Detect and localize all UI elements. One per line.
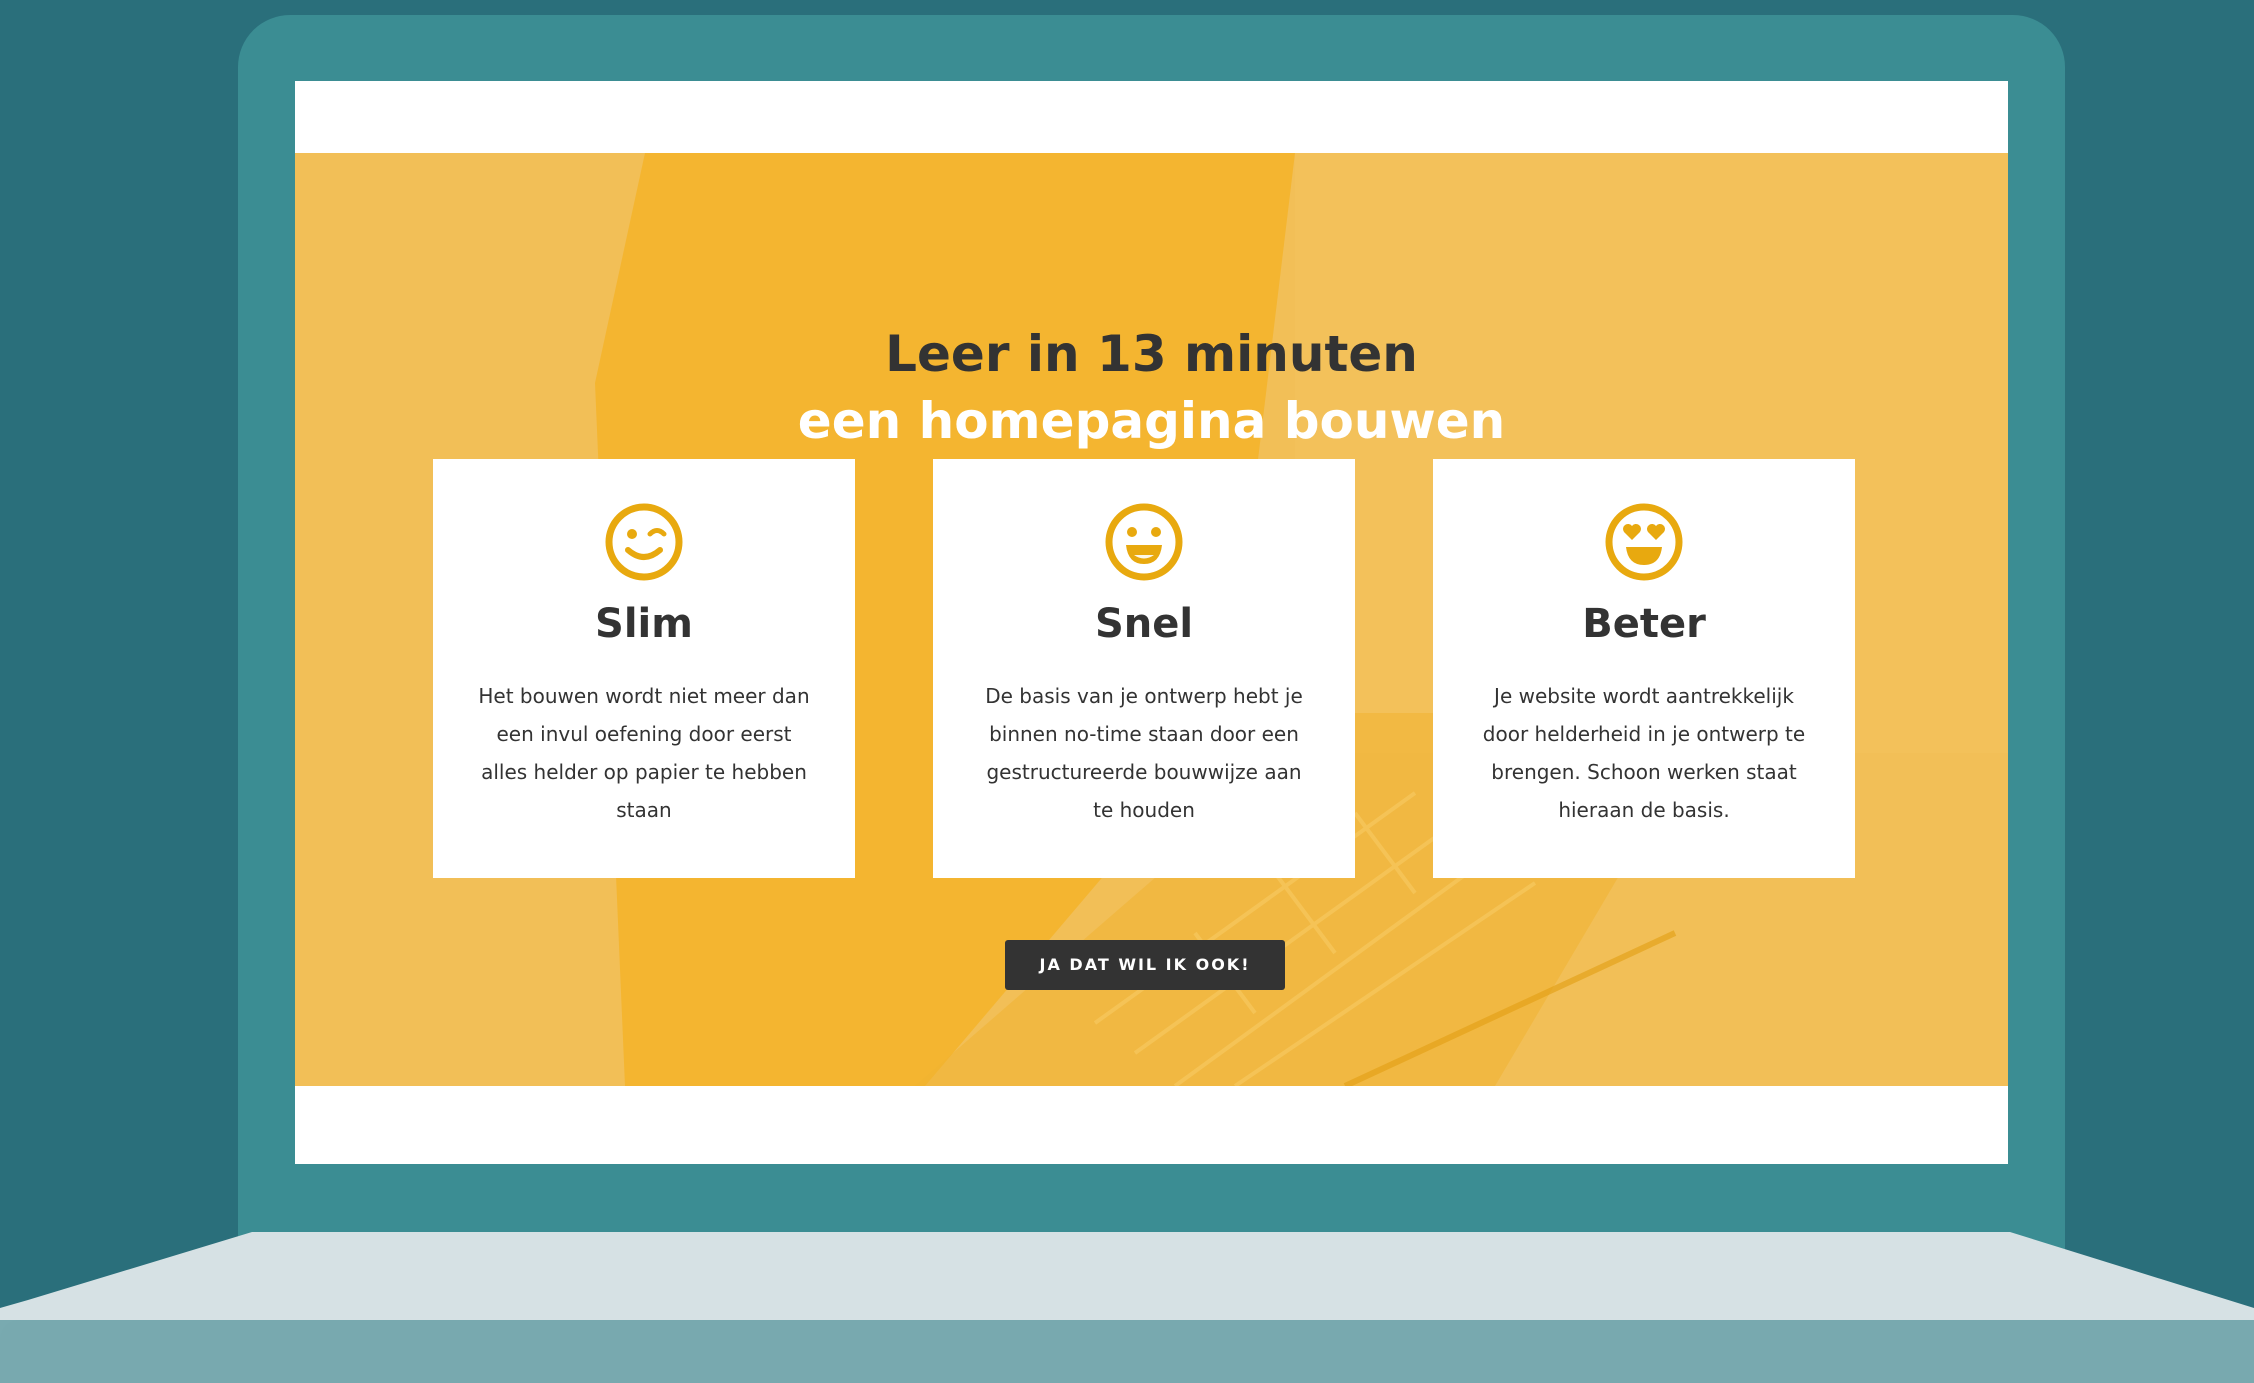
heart-eyes-face-icon xyxy=(1605,503,1683,581)
card-title: Beter xyxy=(1582,601,1706,647)
hero-section: Leer in 13 minuten een homepagina bouwen… xyxy=(295,153,2008,1086)
laptop-base xyxy=(0,1232,2254,1383)
feature-card-slim: Slim Het bouwen wordt niet meer dan een … xyxy=(433,459,855,878)
card-description: Het bouwen wordt niet meer dan een invul… xyxy=(478,684,810,822)
feature-card-snel: Snel De basis van je ontwerp hebt je bin… xyxy=(933,459,1355,878)
grinning-face-icon xyxy=(1105,503,1183,581)
card-description: Je website wordt aantrekkelijk door held… xyxy=(1482,684,1806,822)
card-title: Snel xyxy=(1094,601,1194,647)
feature-card-beter: Beter Je website wordt aantrekkelijk doo… xyxy=(1433,459,1855,878)
headline-line-2: een homepagina bouwen xyxy=(797,392,1506,450)
winking-face-icon xyxy=(605,503,683,581)
laptop-screen: Leer in 13 minuten een homepagina bouwen… xyxy=(295,81,2008,1164)
card-title: Slim xyxy=(595,601,693,647)
hero-headline: Leer in 13 minuten een homepagina bouwen xyxy=(295,321,2008,455)
laptop-mockup-scene: Leer in 13 minuten een homepagina bouwen… xyxy=(0,0,2254,1383)
cta-button[interactable]: JA DAT WIL IK OOK! xyxy=(1005,940,1285,990)
headline-line-1: Leer in 13 minuten xyxy=(885,325,1418,383)
card-description: De basis van je ontwerp hebt je binnen n… xyxy=(985,684,1303,822)
